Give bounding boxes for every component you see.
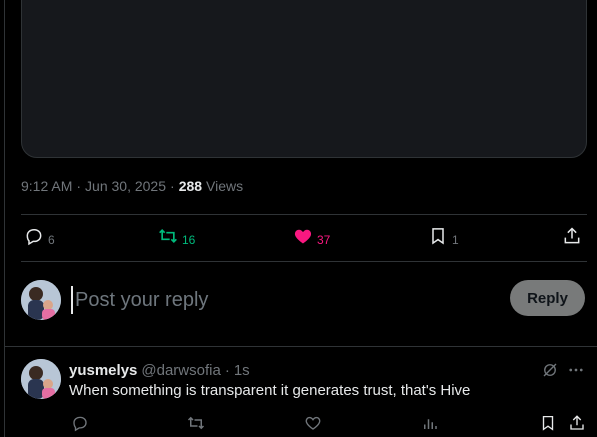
bookmark-icon <box>428 226 448 251</box>
reply-composer: Reply <box>21 280 587 320</box>
tweet-meta: 9:12 AM · Jun 30, 2025 · 288 Views <box>21 177 243 195</box>
avatar[interactable] <box>21 280 61 320</box>
heart-filled-icon <box>293 226 313 251</box>
tweet-date[interactable]: Jun 30, 2025 <box>85 178 166 194</box>
reply-count: 6 <box>48 232 55 247</box>
repost-count: 16 <box>182 232 196 247</box>
tweet-media-card[interactable] <box>21 0 587 158</box>
reply-time[interactable]: 1s <box>234 362 250 379</box>
bookmark-icon[interactable] <box>539 414 559 434</box>
header-separator: · <box>224 361 230 379</box>
repost-button[interactable]: 16 <box>158 226 195 250</box>
reply-submit-button[interactable]: Reply <box>510 280 585 316</box>
reply-text: When something is transparent it generat… <box>69 382 471 399</box>
repost-icon[interactable] <box>187 414 207 434</box>
reply-input[interactable] <box>71 286 491 314</box>
reply-icon[interactable] <box>71 414 91 434</box>
grok-icon[interactable] <box>541 361 561 381</box>
reply-action-bar <box>69 414 587 434</box>
meta-separator: · <box>170 178 175 194</box>
tweet-action-bar: 6 16 37 1 <box>21 226 587 250</box>
views-count: 288 <box>178 178 203 194</box>
reply-tweet[interactable]: yusmelys @darwsofia · 1s When something … <box>21 359 587 437</box>
bookmark-count: 1 <box>452 232 459 247</box>
share-icon[interactable] <box>568 414 588 434</box>
bookmark-button[interactable]: 1 <box>428 226 459 250</box>
column-border <box>4 0 5 437</box>
like-count: 37 <box>317 232 331 247</box>
more-icon[interactable] <box>567 361 587 381</box>
author-handle[interactable]: @darwsofia <box>141 362 220 379</box>
divider <box>21 214 587 215</box>
like-button[interactable]: 37 <box>293 226 330 250</box>
share-icon <box>562 226 582 251</box>
tweet-detail-view: 9:12 AM · Jun 30, 2025 · 288 Views 6 16 … <box>0 0 597 437</box>
author-name[interactable]: yusmelys <box>69 362 137 379</box>
divider <box>4 346 597 347</box>
divider <box>21 261 587 262</box>
reply-icon <box>24 226 44 251</box>
views-label: Views <box>206 178 244 194</box>
reply-button[interactable]: 6 <box>24 226 55 250</box>
views-chart-icon[interactable] <box>421 414 441 434</box>
heart-icon[interactable] <box>304 414 324 434</box>
avatar[interactable] <box>21 359 61 399</box>
share-button[interactable] <box>562 226 582 250</box>
meta-separator: · <box>76 178 82 194</box>
repost-icon <box>158 226 178 251</box>
reply-header: yusmelys @darwsofia · 1s <box>69 361 250 379</box>
tweet-time[interactable]: 9:12 AM <box>21 178 72 194</box>
